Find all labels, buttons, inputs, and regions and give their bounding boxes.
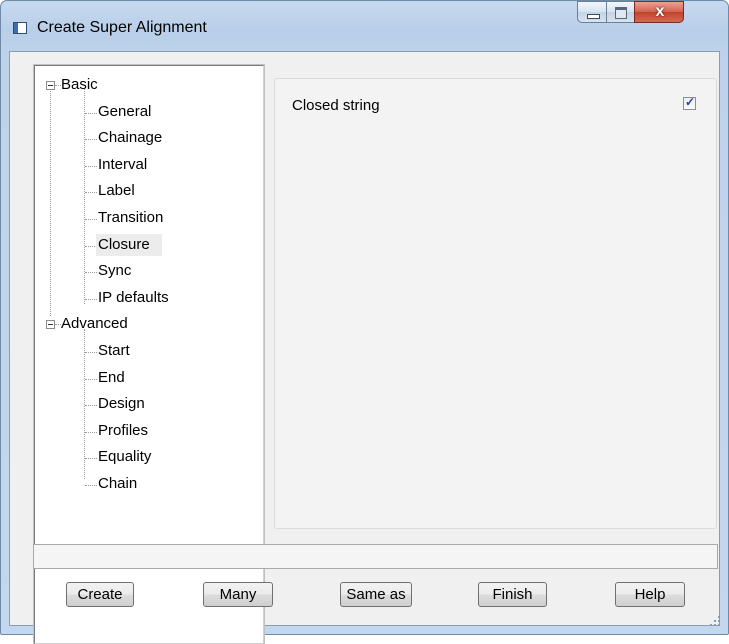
minimize-button[interactable]	[577, 1, 607, 23]
tree-item-chain[interactable]: Chain	[98, 475, 137, 492]
closed-string-checkbox[interactable]: ✓	[683, 95, 696, 110]
finish-button[interactable]: Finish	[478, 582, 547, 607]
tree-line	[85, 165, 97, 167]
tree-item-label[interactable]: Label	[98, 182, 135, 199]
tree-item-closure[interactable]: Closure	[98, 236, 150, 253]
tree-item-interval[interactable]: Interval	[98, 156, 147, 173]
tree-item-transition[interactable]: Transition	[98, 209, 163, 226]
tree-line	[85, 139, 97, 141]
tree-line	[85, 378, 97, 380]
checkmark-icon: ✓	[685, 95, 696, 109]
app-window-icon	[13, 22, 27, 34]
tree-item-ip-defaults[interactable]: IP defaults	[98, 289, 169, 306]
tree-line	[85, 272, 97, 274]
maximize-icon	[615, 7, 627, 19]
tree-line	[85, 298, 97, 300]
tree-line	[85, 485, 97, 486]
caption-buttons: x	[577, 1, 717, 25]
tree-item-design[interactable]: Design	[98, 395, 145, 412]
closed-string-label: Closed string	[292, 97, 380, 114]
window-title: Create Super Alignment	[37, 19, 207, 36]
close-button[interactable]: x	[634, 1, 684, 23]
close-icon: x	[655, 3, 665, 20]
tree-item-basic[interactable]: Basic	[61, 76, 98, 93]
tree-line	[85, 405, 97, 407]
tree-item-end[interactable]: End	[98, 369, 125, 386]
tree-line	[85, 112, 97, 114]
status-bar	[33, 544, 718, 569]
resize-grip[interactable]	[706, 612, 722, 628]
tree-line	[85, 431, 97, 433]
same-as-button[interactable]: Same as	[340, 582, 412, 607]
tree-expander-icon[interactable]	[46, 320, 55, 330]
tree-line	[85, 352, 97, 353]
tree-line	[50, 88, 51, 316]
tree-item-profiles[interactable]: Profiles	[98, 422, 148, 439]
tree-item-chainage[interactable]: Chainage	[98, 129, 162, 146]
tree-line	[85, 219, 97, 220]
tree-item-general[interactable]: General	[98, 103, 151, 120]
many-button[interactable]: Many	[203, 582, 273, 607]
closure-options-panel	[274, 78, 717, 529]
help-button[interactable]: Help	[615, 582, 685, 607]
tree-item-advanced[interactable]: Advanced	[61, 315, 128, 332]
create-button[interactable]: Create	[66, 582, 134, 607]
tree-item-start[interactable]: Start	[98, 342, 130, 359]
minimize-icon	[587, 14, 600, 19]
title-bar[interactable]: Create Super Alignment x	[1, 1, 728, 51]
tree-item-equality[interactable]: Equality	[98, 448, 151, 465]
tree-line	[85, 192, 97, 194]
tree-line	[85, 458, 97, 460]
tree-item-sync[interactable]: Sync	[98, 262, 131, 279]
maximize-button[interactable]	[606, 1, 635, 23]
tree-expander-icon[interactable]	[46, 81, 55, 90]
